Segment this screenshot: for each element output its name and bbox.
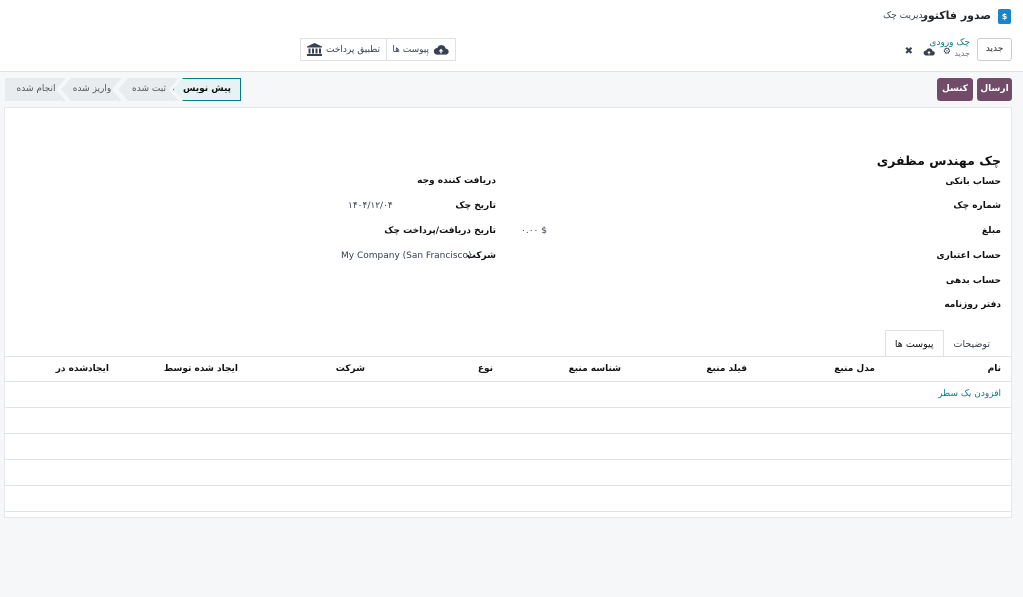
- breadcrumb-current: جدید: [954, 49, 970, 58]
- payment-reconcile-button[interactable]: تطبیق پرداخت: [307, 39, 380, 60]
- payee-label: دریافت کننده وجه: [417, 176, 496, 186]
- send-button[interactable]: ارسال: [977, 78, 1012, 101]
- smart-button-divider: [386, 39, 387, 60]
- table-row: [5, 460, 1011, 486]
- payment-date-label: تاریخ دریافت/پرداخت چک: [384, 226, 496, 236]
- gear-icon[interactable]: ⚙: [943, 47, 951, 57]
- bank-icon: [307, 43, 322, 56]
- control-panel: جدید چک ورودی جدید ⚙ ✖: [0, 32, 1023, 72]
- tab-notes[interactable]: توضیحات: [943, 330, 1000, 357]
- column-source-field[interactable]: فیلد منبع: [706, 364, 747, 374]
- column-name[interactable]: نام: [988, 364, 1001, 374]
- journal-label: دفتر روزنامه: [944, 300, 1001, 310]
- cheque-date-field[interactable]: ۱۴۰۴/۱۲/۰۴: [348, 201, 393, 211]
- record-title[interactable]: چک مهندس مظفری: [877, 153, 1001, 168]
- table-row: [5, 434, 1011, 460]
- table-header: نام مدل منبع فیلد منبع شناسه منبع نوع شر…: [5, 356, 1011, 382]
- app-title[interactable]: صدور فاکتور: [922, 9, 991, 22]
- column-source-model[interactable]: مدل منبع: [834, 364, 875, 374]
- company-field[interactable]: My Company (San Francisco): [341, 251, 471, 261]
- status-bar: ارسال کنسل پیش نویس ثبت شده واریز شده ان…: [0, 73, 1023, 105]
- top-navbar: $ صدور فاکتور مدیریت چک: [0, 0, 1023, 32]
- column-type[interactable]: نوع: [478, 364, 493, 374]
- credit-account-label: حساب اعتباری: [936, 251, 1001, 261]
- table-row: افزودن یک سطر: [5, 382, 1011, 408]
- cancel-button[interactable]: کنسل: [937, 78, 973, 101]
- cheque-number-label: شماره چک: [953, 201, 1001, 211]
- attachments-label: پیوست ها: [392, 44, 429, 55]
- debit-account-label: حساب بدهی: [945, 276, 1001, 286]
- column-source-id[interactable]: شناسه منبع: [569, 364, 621, 374]
- attachments-count: ۰: [425, 51, 429, 59]
- add-line-link[interactable]: افزودن یک سطر: [938, 389, 1001, 399]
- menu-item-cheque-management[interactable]: مدیریت چک: [883, 11, 928, 21]
- form-sheet: چک مهندس مظفری حساب بانکی شماره چک مبلغ …: [4, 107, 1012, 518]
- cloud-upload-icon: [433, 44, 449, 55]
- amount-field[interactable]: ۰.۰۰ $: [521, 226, 547, 236]
- attachments-button[interactable]: پیوست ها: [392, 39, 449, 60]
- column-company[interactable]: شرکت: [336, 364, 365, 374]
- stage-done[interactable]: انجام شده: [5, 78, 67, 101]
- stage-draft[interactable]: پیش نویس: [173, 78, 241, 101]
- table-row: [5, 486, 1011, 512]
- tab-attachments[interactable]: پیوست ها: [884, 330, 944, 357]
- cloud-upload-icon[interactable]: [923, 48, 935, 56]
- table-row: [5, 408, 1011, 434]
- amount-label: مبلغ: [981, 226, 1001, 236]
- stage-deposited[interactable]: واریز شده: [61, 78, 123, 101]
- smart-buttons: تطبیق پرداخت پیوست ها ۰: [300, 38, 456, 61]
- discard-icon[interactable]: ✖: [905, 46, 913, 57]
- cheque-date-label: تاریخ چک: [455, 201, 496, 211]
- bank-account-label: حساب بانکی: [945, 177, 1001, 187]
- app-logo-icon[interactable]: $: [998, 9, 1011, 24]
- column-created-by[interactable]: ایجاد شده توسط: [164, 364, 238, 374]
- attachments-table: نام مدل منبع فیلد منبع شناسه منبع نوع شر…: [5, 356, 1011, 512]
- stage-registered[interactable]: ثبت شده: [118, 78, 180, 101]
- notebook-tabs: پیوست ها توضیحات: [884, 330, 1000, 357]
- new-button[interactable]: جدید: [977, 38, 1012, 61]
- column-created-on[interactable]: ایجادشده در: [56, 364, 109, 374]
- payment-reconcile-label: تطبیق پرداخت: [326, 44, 381, 55]
